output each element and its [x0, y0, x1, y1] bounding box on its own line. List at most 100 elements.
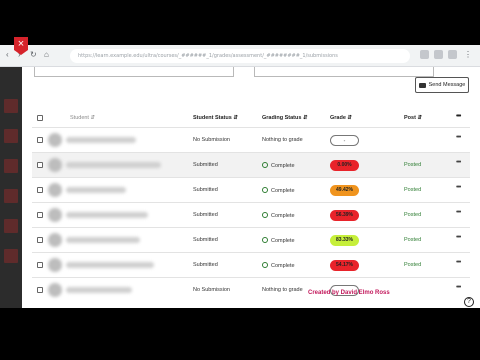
grade-pill[interactable]: 0.00%	[330, 160, 359, 171]
student-status-cell: No Submission	[193, 137, 230, 143]
reload-icon[interactable]: ↻	[30, 50, 37, 59]
sidebar-item[interactable]	[4, 219, 18, 233]
course-sidebar	[0, 67, 22, 308]
row-more-icon[interactable]: •••	[456, 209, 461, 216]
grading-status-cell: Complete	[262, 237, 295, 244]
grading-status-text: Complete	[271, 213, 295, 219]
grade-pill[interactable]: 49.42%	[330, 185, 359, 196]
grade-pill[interactable]: 83.33%	[330, 235, 359, 246]
student-name-redacted[interactable]	[66, 162, 161, 168]
student-status-cell: Submitted	[193, 237, 218, 243]
student-status-cell: Submitted	[193, 187, 218, 193]
sidebar-item[interactable]	[4, 159, 18, 173]
avatar	[48, 283, 62, 297]
sidebar-item[interactable]	[4, 249, 18, 263]
avatar	[48, 133, 62, 147]
student-status-cell: Submitted	[193, 162, 218, 168]
send-message-button[interactable]: Send Message	[415, 77, 469, 93]
table-row[interactable]: Submitted Complete 49.42% Posted •••	[32, 177, 470, 202]
browser-menu-icon[interactable]: ⋮	[464, 50, 472, 59]
student-status-cell: Submitted	[193, 212, 218, 218]
row-checkbox[interactable]	[37, 262, 43, 268]
grading-status-text: Complete	[271, 263, 295, 269]
row-checkbox[interactable]	[37, 287, 43, 293]
table-row[interactable]: Submitted Complete 83.33% Posted •••	[32, 227, 470, 252]
sidebar-item[interactable]	[4, 189, 18, 203]
student-status-cell: Submitted	[193, 262, 218, 268]
grading-status-text: Complete	[271, 238, 295, 244]
student-filter[interactable]	[34, 67, 234, 77]
table-row[interactable]: No Submission Nothing to grade - •••	[32, 127, 470, 152]
row-more-icon[interactable]: •••	[456, 159, 461, 166]
complete-check-icon	[262, 187, 268, 193]
student-name-redacted[interactable]	[66, 187, 126, 193]
row-checkbox[interactable]	[37, 137, 43, 143]
grading-status-text: Complete	[271, 188, 295, 194]
back-icon[interactable]: ‹	[6, 50, 9, 59]
select-all-checkbox[interactable]	[37, 115, 43, 121]
grading-status-cell: Complete	[262, 212, 295, 219]
avatar	[48, 183, 62, 197]
complete-check-icon	[262, 262, 268, 268]
extension-icon[interactable]	[420, 50, 429, 59]
complete-check-icon	[262, 212, 268, 218]
table-row[interactable]: Submitted Complete 54.17% Posted •••	[32, 252, 470, 277]
row-more-icon[interactable]: •••	[456, 259, 461, 266]
avatar	[48, 208, 62, 222]
complete-check-icon	[262, 162, 268, 168]
extension-icon[interactable]	[434, 50, 443, 59]
student-status-cell: No Submission	[193, 287, 230, 293]
post-status: Posted	[404, 237, 422, 243]
send-message-label: Send Message	[428, 82, 466, 88]
post-status: Posted	[404, 212, 422, 218]
row-checkbox[interactable]	[37, 162, 43, 168]
help-icon[interactable]: ?	[464, 297, 474, 307]
grading-status-cell: Complete	[262, 187, 295, 194]
student-name-redacted[interactable]	[66, 262, 154, 268]
grade-pill[interactable]: 54.17%	[330, 260, 359, 271]
avatar	[48, 158, 62, 172]
row-more-icon[interactable]: •••	[456, 184, 461, 191]
row-more-icon[interactable]: •••	[456, 234, 461, 241]
grading-status-cell: Complete	[262, 162, 295, 169]
row-checkbox[interactable]	[37, 237, 43, 243]
sidebar-item[interactable]	[4, 129, 18, 143]
table-row[interactable]: Submitted Complete 56.39% Posted •••	[32, 202, 470, 227]
browser-toolbar: ‹ › ↻ ⌂ https://learn.example.edu/ultra/…	[0, 45, 480, 67]
grading-status-text: Nothing to grade	[262, 137, 303, 143]
sidebar-item[interactable]	[4, 99, 18, 113]
grading-status-text: Complete	[271, 163, 295, 169]
home-icon[interactable]: ⌂	[44, 50, 49, 59]
profile-icon[interactable]	[448, 50, 457, 59]
table-row[interactable]: Submitted Complete 0.00% Posted •••	[32, 152, 470, 177]
student-status-column-header[interactable]: Student Status ⇵	[193, 115, 238, 121]
table-row[interactable]: No Submission Nothing to grade - •••	[32, 277, 470, 302]
header-more-icon[interactable]: •••	[456, 113, 461, 120]
grading-status-column-header[interactable]: Grading Status ⇵	[262, 115, 308, 121]
grading-status-text: Nothing to grade	[262, 287, 303, 293]
row-more-icon[interactable]: •••	[456, 284, 461, 291]
student-name-redacted[interactable]	[66, 137, 136, 143]
grading-status-cell: Complete	[262, 262, 295, 269]
student-name-redacted[interactable]	[66, 287, 132, 293]
post-column-header[interactable]: Post ⇵	[404, 115, 422, 121]
grade-column-header[interactable]: Grade ⇵	[330, 115, 352, 121]
watermark: Created by David Elmo Ross	[308, 290, 390, 296]
student-name-redacted[interactable]	[66, 237, 140, 243]
complete-check-icon	[262, 237, 268, 243]
avatar	[48, 258, 62, 272]
row-checkbox[interactable]	[37, 212, 43, 218]
student-column-header[interactable]: Student ⇵	[70, 115, 95, 121]
grade-pill[interactable]: 56.39%	[330, 210, 359, 221]
address-bar[interactable]: https://learn.example.edu/ultra/courses/…	[70, 49, 410, 63]
grading-status-cell: Nothing to grade	[262, 137, 303, 143]
row-checkbox[interactable]	[37, 187, 43, 193]
post-status: Posted	[404, 162, 422, 168]
post-status: Posted	[404, 262, 422, 268]
post-status: Posted	[404, 187, 422, 193]
grade-pill[interactable]: -	[330, 135, 359, 146]
row-more-icon[interactable]: •••	[456, 134, 461, 141]
student-name-redacted[interactable]	[66, 212, 148, 218]
avatar	[48, 233, 62, 247]
grading-filter[interactable]	[254, 67, 434, 77]
